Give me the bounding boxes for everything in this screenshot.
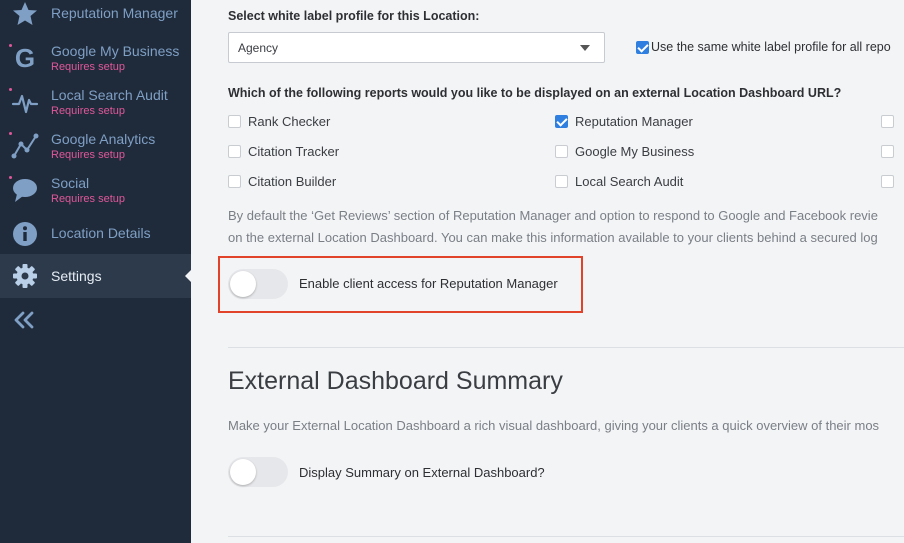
google-icon: G (15, 44, 35, 72)
report-checkbox-rank-checker[interactable] (228, 115, 241, 128)
report-checkbox-local-search-audit[interactable] (555, 175, 568, 188)
toggle-knob (230, 271, 256, 297)
default-info-text: By default the ‘Get Reviews’ section of … (228, 208, 878, 223)
client-access-toggle[interactable] (228, 269, 288, 299)
white-label-heading: Select white label profile for this Loca… (228, 9, 480, 23)
sidebar-item-google-my-business[interactable]: G Google My Business Requires setup (0, 38, 191, 80)
divider (228, 536, 904, 537)
default-info-text: on the external Location Dashboard. You … (228, 230, 878, 245)
same-profile-checkbox[interactable] (636, 41, 649, 54)
report-checkbox-partial[interactable] (881, 115, 894, 128)
summary-toggle-label: Display Summary on External Dashboard? (299, 465, 545, 480)
report-checkbox-partial[interactable] (881, 175, 894, 188)
client-access-label: Enable client access for Reputation Mana… (299, 276, 558, 291)
sidebar-item-reputation-manager[interactable]: Reputation Manager (0, 0, 191, 34)
analytics-icon (11, 133, 39, 159)
summary-toggle[interactable] (228, 457, 288, 487)
sidebar-item-status: Requires setup (51, 149, 125, 161)
report-checkbox-reputation-manager[interactable] (555, 115, 568, 128)
sidebar-item-settings[interactable]: Settings (0, 254, 191, 298)
sidebar-item-local-search-audit[interactable]: Local Search Audit Requires setup (0, 82, 191, 124)
sidebar: Reputation Manager G Google My Business … (0, 0, 191, 543)
report-label: Citation Tracker (248, 144, 340, 159)
chat-bubble-icon (13, 179, 37, 202)
report-label: Rank Checker (248, 114, 331, 129)
sidebar-item-status: Requires setup (51, 193, 125, 205)
report-checkbox-partial[interactable] (881, 145, 894, 158)
chevron-down-icon (580, 45, 590, 51)
report-checkbox-citation-builder[interactable] (228, 175, 241, 188)
report-label: Citation Builder (248, 174, 337, 189)
sidebar-item-label: Location Details (51, 225, 151, 241)
divider (228, 347, 904, 348)
report-checkbox-citation-tracker[interactable] (228, 145, 241, 158)
select-value: Agency (238, 41, 279, 55)
report-label: Reputation Manager (575, 114, 693, 129)
sidebar-item-label: Reputation Manager (51, 5, 178, 21)
sidebar-item-status: Requires setup (51, 105, 125, 117)
sidebar-item-location-details[interactable]: Location Details (0, 216, 191, 252)
sidebar-item-label: Local Search Audit (51, 87, 168, 103)
report-label: Google My Business (575, 144, 695, 159)
star-icon (13, 2, 37, 25)
sidebar-item-label: Social (51, 175, 90, 191)
sidebar-item-google-analytics[interactable]: Google Analytics Requires setup (0, 126, 191, 168)
same-profile-label: Use the same white label profile for all… (651, 40, 891, 54)
sidebar-item-social[interactable]: Social Requires setup (0, 170, 191, 212)
svg-text:G: G (15, 44, 35, 72)
summary-description: Make your External Location Dashboard a … (228, 418, 880, 433)
sidebar-item-status: Requires setup (51, 61, 125, 73)
section-title: External Dashboard Summary (228, 367, 563, 395)
sidebar-item-label: Google Analytics (51, 131, 156, 147)
pulse-icon (11, 94, 39, 114)
sidebar-item-label: Google My Business (51, 43, 180, 59)
report-label: Local Search Audit (575, 174, 684, 189)
toggle-knob (230, 459, 256, 485)
white-label-select[interactable]: Agency (228, 32, 605, 63)
sidebar-item-label: Settings (51, 268, 102, 284)
gear-icon (13, 264, 37, 288)
info-icon (13, 222, 37, 246)
double-chevron-left-icon[interactable] (13, 310, 35, 330)
settings-panel: Select white label profile for this Loca… (191, 0, 904, 543)
reports-heading: Which of the following reports would you… (228, 86, 842, 100)
report-checkbox-google-my-business[interactable] (555, 145, 568, 158)
